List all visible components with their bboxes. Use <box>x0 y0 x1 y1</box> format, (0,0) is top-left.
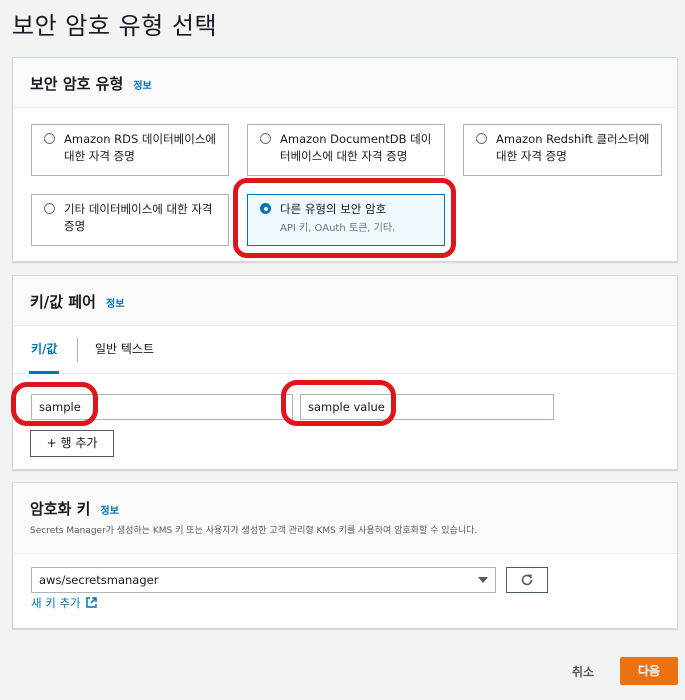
secret-type-title: 보안 암호 유형 <box>30 75 124 93</box>
kms-key-select[interactable]: aws/secretsmanager <box>31 567 496 593</box>
option-other-database-radio[interactable] <box>44 203 55 214</box>
refresh-button[interactable] <box>506 567 548 593</box>
key-value-info-link[interactable]: 정보 <box>106 299 124 310</box>
option-rds-label: Amazon RDS 데이터베이스에 대한 자격 증명 <box>64 132 216 163</box>
option-documentdb-label: Amazon DocumentDB 데이터베이스에 대한 자격 증명 <box>280 132 432 163</box>
key-value-header: 키/값 페어 정보 <box>13 276 677 326</box>
option-redshift[interactable]: Amazon Redshift 클러스터에 대한 자격 증명 <box>463 124 662 176</box>
value-input[interactable]: sample value <box>300 394 554 420</box>
new-key-link[interactable]: 새 키 추가 <box>31 595 98 611</box>
external-link-icon <box>86 597 98 608</box>
key-value-panel: 키/값 페어 정보 키/값 일반 텍스트 sample sample value… <box>12 275 678 470</box>
option-redshift-label: Amazon Redshift 클러스터에 대한 자격 증명 <box>496 132 650 163</box>
option-documentdb-radio[interactable] <box>260 133 271 144</box>
tab-key-value[interactable]: 키/값 <box>28 326 60 374</box>
encryption-title: 암호화 키 <box>30 500 91 518</box>
refresh-icon <box>521 574 533 586</box>
option-other-secret[interactable]: 다른 유형의 보안 암호 API 키, OAuth 토큰, 기타. <box>247 194 445 246</box>
chevron-down-icon <box>478 577 488 583</box>
option-redshift-radio[interactable] <box>476 133 487 144</box>
secret-type-info-link[interactable]: 정보 <box>133 81 151 92</box>
next-button[interactable]: 다음 <box>620 657 678 685</box>
kms-key-select-value: aws/secretsmanager <box>39 573 159 587</box>
option-other-secret-description: API 키, OAuth 토큰, 기타. <box>280 223 396 234</box>
key-input[interactable]: sample <box>31 394 293 420</box>
tab-plaintext[interactable]: 일반 텍스트 <box>95 326 154 373</box>
option-rds[interactable]: Amazon RDS 데이터베이스에 대한 자격 증명 <box>31 124 229 176</box>
option-other-secret-radio[interactable] <box>260 203 271 214</box>
option-documentdb[interactable]: Amazon DocumentDB 데이터베이스에 대한 자격 증명 <box>247 124 445 176</box>
encryption-panel: 암호화 키 정보 Secrets Manager가 생성하는 KMS 키 또는 … <box>12 482 678 629</box>
encryption-description: Secrets Manager가 생성하는 KMS 키 또는 사용자가 생성한 … <box>30 526 478 536</box>
encryption-info-link[interactable]: 정보 <box>101 506 119 517</box>
option-other-database[interactable]: 기타 데이터베이스에 대한 자격 증명 <box>31 194 229 246</box>
key-value-tabs: 키/값 일반 텍스트 <box>13 326 677 374</box>
tab-divider <box>77 338 78 362</box>
encryption-header: 암호화 키 정보 Secrets Manager가 생성하는 KMS 키 또는 … <box>13 483 677 554</box>
cancel-button[interactable]: 취소 <box>572 663 594 680</box>
add-row-button[interactable]: + 행 추가 <box>30 430 114 457</box>
option-other-database-label: 기타 데이터베이스에 대한 자격 증명 <box>64 202 213 233</box>
option-other-secret-label: 다른 유형의 보안 암호 <box>280 202 387 216</box>
option-rds-radio[interactable] <box>44 133 55 144</box>
new-key-link-label: 새 키 추가 <box>31 596 81 610</box>
secret-type-panel: 보안 암호 유형 정보 Amazon RDS 데이터베이스에 대한 자격 증명 … <box>12 57 678 262</box>
key-value-title: 키/값 페어 <box>30 293 96 311</box>
page-title: 보안 암호 유형 선택 <box>12 12 218 40</box>
secret-type-header: 보안 암호 유형 정보 <box>13 58 677 108</box>
